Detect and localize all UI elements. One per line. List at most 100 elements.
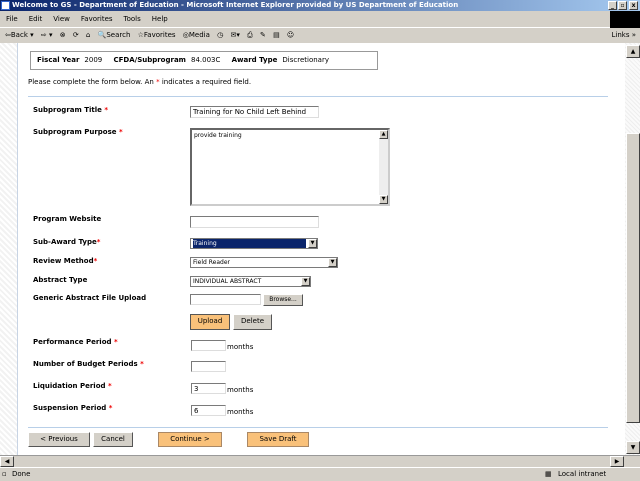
chevron-down-icon[interactable]: ▼ (328, 258, 337, 267)
months-unit: months (227, 408, 254, 416)
intranet-icon: ▦ (545, 470, 552, 478)
instructions-text-end: indicates a required field. (159, 78, 252, 86)
program-info-box: Fiscal Year 2009 CFDA/Subprogram 84.003C A… (30, 51, 378, 70)
suspension-period-input[interactable]: 6 (191, 405, 226, 416)
textarea-scrollbar[interactable]: ▲ ▼ (379, 130, 388, 204)
search-button[interactable]: 🔍Search (98, 31, 131, 39)
subprogram-purpose-label: Subprogram Purpose * (33, 128, 123, 136)
scroll-left-icon[interactable]: ◀ (0, 456, 14, 467)
browse-button[interactable]: Browse... (263, 294, 303, 306)
page-gutter (0, 43, 18, 455)
media-button[interactable]: ◎Media (183, 31, 210, 39)
save-draft-button[interactable]: Save Draft (247, 432, 309, 447)
review-method-label: Review Method* (33, 257, 97, 265)
scroll-down-icon[interactable]: ▼ (379, 195, 388, 204)
sub-award-type-select[interactable]: Training ▼ (190, 238, 318, 249)
required-star: * (93, 257, 98, 265)
refresh-icon[interactable]: ⟳ (73, 31, 79, 39)
back-button[interactable]: ⇦Back ▾ (5, 31, 34, 39)
liquidation-period-label: Liquidation Period * (33, 382, 112, 390)
award-type-value: Discretionary (282, 56, 329, 64)
minimize-button[interactable]: _ (608, 1, 617, 10)
label-text: Liquidation Period (33, 382, 106, 390)
favorites-button[interactable]: ☆Favorites (138, 31, 176, 39)
vertical-scrollbar[interactable]: ▲ ▼ (625, 43, 640, 455)
forward-button[interactable]: ⇨ ▾ (41, 31, 53, 39)
required-star: * (107, 382, 112, 390)
chevron-down-icon[interactable]: ▼ (301, 277, 310, 286)
mail-icon[interactable]: ✉▾ (230, 31, 239, 39)
scroll-down-icon[interactable]: ▼ (626, 441, 640, 454)
menu-bar: File Edit View Favorites Tools Help (0, 11, 640, 28)
abstract-type-select[interactable]: INDIVIDUAL ABSTRACT ▼ (190, 276, 311, 287)
months-unit: months (227, 343, 254, 351)
label-text: Sub-Award Type (33, 238, 97, 246)
selected-value: INDIVIDUAL ABSTRACT (193, 278, 262, 285)
status-text: Done (12, 470, 31, 478)
label-text: Suspension Period (33, 404, 107, 412)
delete-button[interactable]: Delete (233, 314, 272, 330)
cancel-button[interactable]: Cancel (93, 432, 133, 447)
abstract-upload-label: Generic Abstract File Upload (33, 294, 147, 302)
months-unit: months (227, 386, 254, 394)
menu-tools[interactable]: Tools (124, 15, 141, 23)
page-content (18, 43, 625, 455)
close-button[interactable]: x (629, 1, 638, 10)
label-text: Number of Budget Periods (33, 360, 138, 368)
chevron-down-icon[interactable]: ▼ (308, 239, 317, 248)
file-path-input[interactable] (190, 294, 261, 305)
scroll-thumb[interactable] (626, 133, 640, 423)
scroll-right-icon[interactable]: ▶ (610, 456, 624, 467)
cfda-label: CFDA/Subprogram (113, 56, 186, 64)
messenger-icon[interactable]: ☺ (287, 31, 294, 39)
suspension-period-label: Suspension Period * (33, 404, 112, 412)
window-title-bar: Welcome to GS - Department of Education … (0, 0, 640, 11)
subprogram-title-label: Subprogram Title * (33, 106, 108, 114)
links-button[interactable]: Links » (612, 28, 637, 43)
selected-value: Training (193, 239, 306, 248)
sub-award-type-label: Sub-Award Type* (33, 238, 100, 246)
window-title: Welcome to GS - Department of Education … (12, 1, 459, 9)
zone-text: Local intranet (558, 470, 607, 478)
performance-period-label: Performance Period * (33, 338, 118, 346)
required-star: * (96, 238, 101, 246)
menu-favorites[interactable]: Favorites (81, 15, 113, 23)
required-star: * (108, 404, 113, 412)
stop-icon[interactable]: ⊗ (60, 31, 66, 39)
back-label: Back (10, 31, 28, 39)
label-text: Subprogram Purpose (33, 128, 117, 136)
selected-value: Field Reader (193, 259, 230, 266)
label-text: Subprogram Title (33, 106, 102, 114)
liquidation-period-input[interactable]: 3 (191, 383, 226, 394)
upload-button[interactable]: Upload (190, 314, 230, 330)
subprogram-purpose-textarea[interactable]: provide training ▲ ▼ (190, 128, 390, 206)
menu-view[interactable]: View (53, 15, 70, 23)
discuss-icon[interactable]: ▤ (273, 31, 280, 39)
subprogram-title-input[interactable]: Training for No Child Left Behind (190, 106, 319, 118)
menu-file[interactable]: File (6, 15, 18, 23)
page-icon: ▫ (2, 470, 7, 478)
menu-edit[interactable]: Edit (29, 15, 43, 23)
required-star: * (118, 128, 123, 136)
horizontal-scrollbar[interactable]: ◀ ▶ (0, 455, 640, 467)
menu-help[interactable]: Help (152, 15, 168, 23)
history-icon[interactable]: ◷ (217, 31, 223, 39)
continue-button[interactable]: Continue > (158, 432, 222, 447)
print-icon[interactable]: ⎙ (247, 31, 253, 39)
budget-periods-input[interactable] (191, 361, 226, 372)
performance-period-input[interactable] (191, 340, 226, 351)
review-method-select[interactable]: Field Reader ▼ (190, 257, 338, 268)
divider (28, 427, 608, 428)
program-website-input[interactable] (190, 216, 319, 228)
search-label: Search (106, 31, 131, 39)
home-icon[interactable]: ⌂ (86, 31, 90, 39)
previous-button[interactable]: < Previous (28, 432, 90, 447)
edit-icon[interactable]: ✎ (260, 31, 266, 39)
scroll-up-icon[interactable]: ▲ (379, 130, 388, 139)
award-type-label: Award Type (231, 56, 278, 64)
label-text: Review Method (33, 257, 94, 265)
required-star: * (140, 360, 144, 368)
windows-logo-icon (610, 11, 640, 28)
maximize-button[interactable]: ▫ (618, 1, 627, 10)
scroll-up-icon[interactable]: ▲ (626, 45, 640, 58)
